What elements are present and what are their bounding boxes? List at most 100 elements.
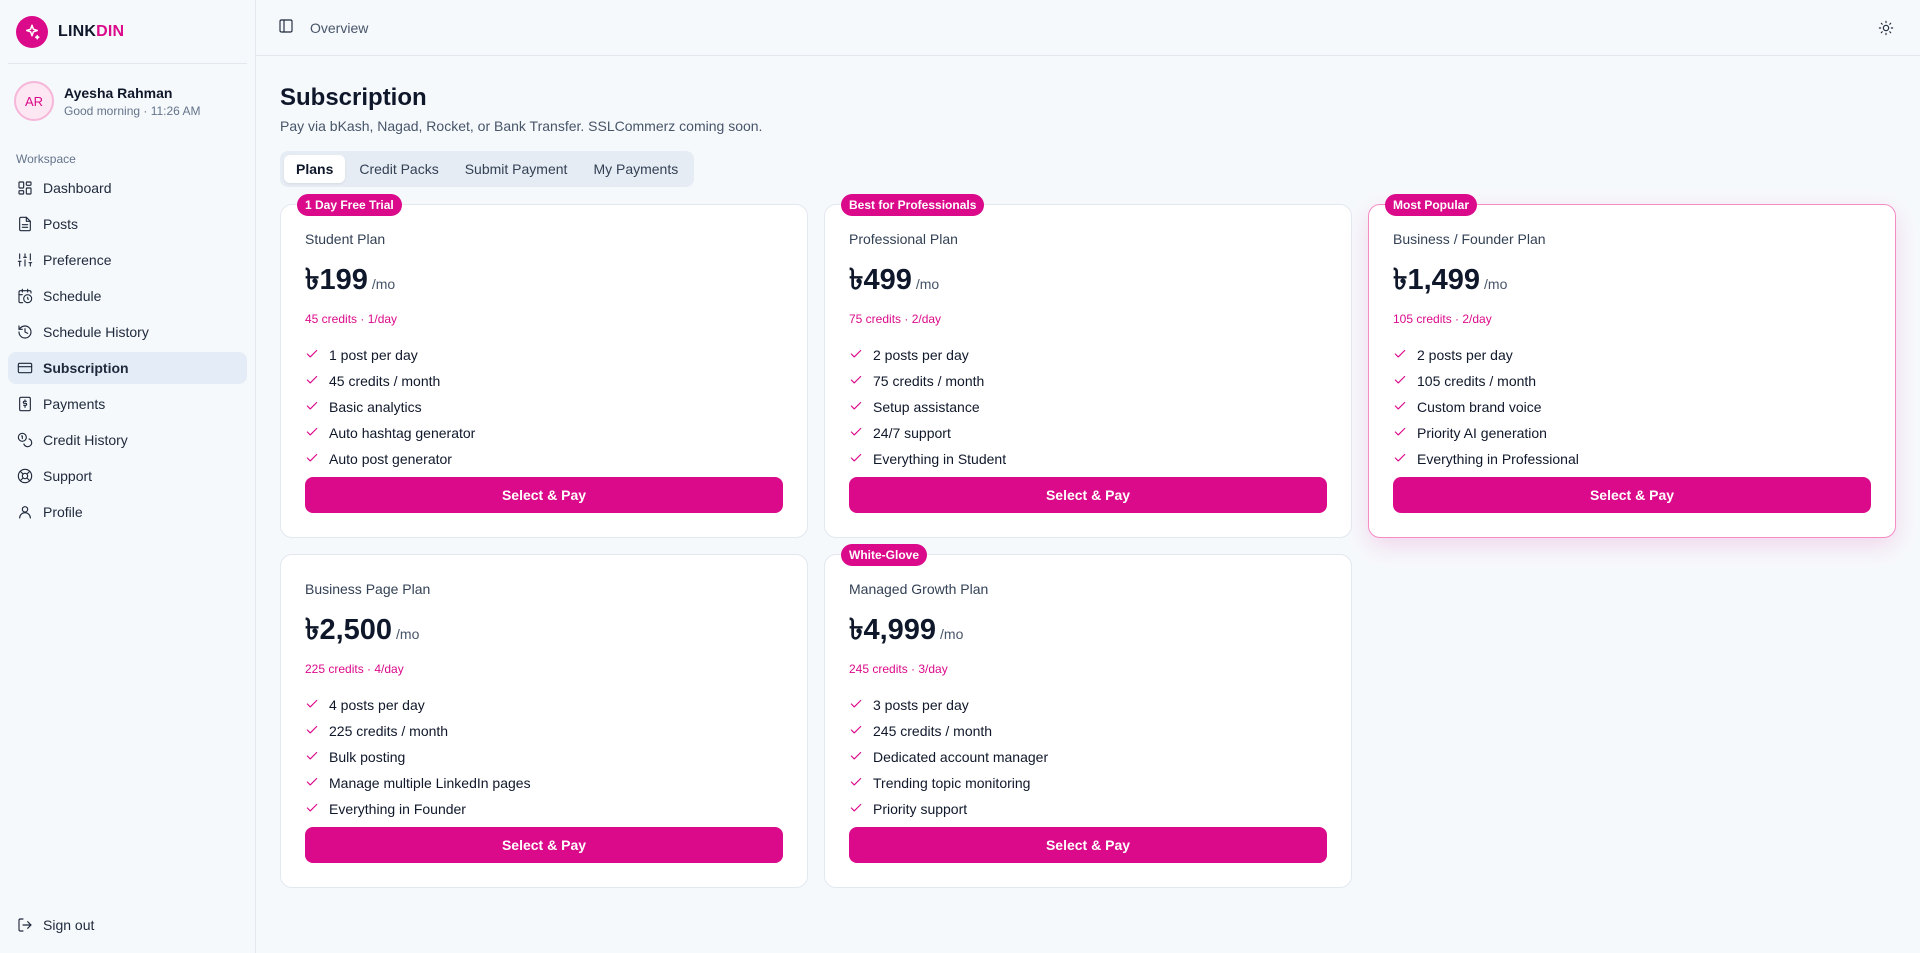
sidebar: LINKDIN AR Ayesha Rahman Good morning · … <box>0 0 256 953</box>
feature-item: Manage multiple LinkedIn pages <box>305 770 783 796</box>
sidebar-item-support[interactable]: Support <box>8 460 247 492</box>
page-subtitle: Pay via bKash, Nagad, Rocket, or Bank Tr… <box>280 118 763 134</box>
check-icon <box>849 749 865 765</box>
sidebar-item-label: Support <box>43 468 93 484</box>
feature-item: 105 credits / month <box>1393 368 1871 394</box>
receipt-icon <box>16 395 34 413</box>
feature-item: Basic analytics <box>305 394 783 420</box>
plan-badge: Most Popular <box>1385 194 1478 216</box>
user-icon <box>16 503 34 521</box>
feature-item: Setup assistance <box>849 394 1327 420</box>
feature-list: 2 posts per day 105 credits / month Cust… <box>1393 342 1871 472</box>
check-icon <box>1393 399 1409 415</box>
main-content: Subscription Pay via bKash, Nagad, Rocke… <box>280 84 1896 888</box>
sidebar-item-schedule[interactable]: Schedule <box>8 280 247 312</box>
feature-item: 4 posts per day <box>305 692 783 718</box>
sidebar-item-label: Posts <box>43 216 79 232</box>
sidebar-item-label: Schedule <box>43 288 102 304</box>
sidebar-item-subscription[interactable]: Subscription <box>8 352 247 384</box>
plan-credits: 225 credits · 4/day <box>305 662 404 676</box>
check-icon <box>305 697 321 713</box>
feature-item: Bulk posting <box>305 744 783 770</box>
sliders-icon <box>16 251 34 269</box>
sign-out-button[interactable]: Sign out <box>8 909 247 941</box>
feature-list: 1 post per day 45 credits / month Basic … <box>305 342 783 472</box>
feature-item: 2 posts per day <box>1393 342 1871 368</box>
plan-badge: 1 Day Free Trial <box>297 194 402 216</box>
feature-list: 2 posts per day 75 credits / month Setup… <box>849 342 1327 472</box>
feature-list: 4 posts per day 225 credits / month Bulk… <box>305 692 783 822</box>
plan-card-student: 1 Day Free Trial Student Plan ৳199/mo 45… <box>280 194 808 538</box>
dashboard-icon <box>16 179 34 197</box>
check-icon <box>849 697 865 713</box>
feature-item: 75 credits / month <box>849 368 1327 394</box>
check-icon <box>305 775 321 791</box>
feature-item: 24/7 support <box>849 420 1327 446</box>
check-icon <box>849 451 865 467</box>
plan-card-professional: Best for Professionals Professional Plan… <box>824 194 1352 538</box>
feature-item: Everything in Founder <box>305 796 783 822</box>
sidebar-item-schedule-history[interactable]: Schedule History <box>8 316 247 348</box>
sidebar-item-payments[interactable]: Payments <box>8 388 247 420</box>
sun-icon[interactable] <box>1878 20 1894 39</box>
user-card: AR Ayesha Rahman Good morning · 11:26 AM <box>8 68 247 134</box>
sidebar-item-preference[interactable]: Preference <box>8 244 247 276</box>
sidebar-item-profile[interactable]: Profile <box>8 496 247 528</box>
select-pay-button[interactable]: Select & Pay <box>849 477 1327 513</box>
feature-item: 2 posts per day <box>849 342 1327 368</box>
check-icon <box>305 801 321 817</box>
sidebar-item-label: Preference <box>43 252 112 268</box>
breadcrumb: Overview <box>310 19 369 36</box>
sidebar-item-credit-history[interactable]: Credit History <box>8 424 247 456</box>
plan-period: /mo <box>940 626 964 642</box>
feature-item: 1 post per day <box>305 342 783 368</box>
check-icon <box>1393 347 1409 363</box>
feature-item: 45 credits / month <box>305 368 783 394</box>
tab-my-payments[interactable]: My Payments <box>581 155 690 183</box>
feature-item: Dedicated account manager <box>849 744 1327 770</box>
check-icon <box>849 373 865 389</box>
feature-item: Trending topic monitoring <box>849 770 1327 796</box>
plan-badge: White-Glove <box>841 544 928 566</box>
plan-name: Professional Plan <box>849 231 958 247</box>
sidebar-item-label: Subscription <box>43 360 129 376</box>
sidebar-toggle-icon[interactable] <box>278 18 294 37</box>
plan-credits: 45 credits · 1/day <box>305 312 398 326</box>
sidebar-item-label: Credit History <box>43 432 128 448</box>
plan-credits: 245 credits · 3/day <box>849 662 948 676</box>
tab-plans[interactable]: Plans <box>284 155 346 183</box>
select-pay-button[interactable]: Select & Pay <box>305 827 783 863</box>
plan-card-business-page: Business Page Plan ৳2,500/mo 225 credits… <box>280 554 808 888</box>
calendar-clock-icon <box>16 287 34 305</box>
check-icon <box>1393 425 1409 441</box>
check-icon <box>849 425 865 441</box>
plan-price: ৳4,999 <box>849 614 937 646</box>
feature-item: 245 credits / month <box>849 718 1327 744</box>
check-icon <box>849 399 865 415</box>
check-icon <box>849 347 865 363</box>
select-pay-button[interactable]: Select & Pay <box>849 827 1327 863</box>
sidebar-item-label: Profile <box>43 504 83 520</box>
feature-list: 3 posts per day 245 credits / month Dedi… <box>849 692 1327 822</box>
select-pay-button[interactable]: Select & Pay <box>1393 477 1871 513</box>
plan-period: /mo <box>371 276 396 292</box>
select-pay-button[interactable]: Select & Pay <box>305 477 783 513</box>
coins-icon <box>16 431 34 449</box>
sidebar-item-posts[interactable]: Posts <box>8 208 247 240</box>
tab-credit-packs[interactable]: Credit Packs <box>347 155 450 183</box>
log-out-icon <box>16 916 34 934</box>
feature-item: Everything in Professional <box>1393 446 1871 472</box>
avatar: AR <box>14 81 54 121</box>
plan-name: Managed Growth Plan <box>849 581 989 597</box>
sidebar-item-dashboard[interactable]: Dashboard <box>8 172 247 204</box>
feature-item: Everything in Student <box>849 446 1327 472</box>
check-icon <box>305 723 321 739</box>
brand[interactable]: LINKDIN <box>8 0 247 64</box>
check-icon <box>849 723 865 739</box>
check-icon <box>305 749 321 765</box>
plan-period: /mo <box>396 626 420 642</box>
sparkle-logo-icon <box>16 15 48 48</box>
tab-submit-payment[interactable]: Submit Payment <box>453 155 580 183</box>
check-icon <box>849 775 865 791</box>
check-icon <box>849 801 865 817</box>
